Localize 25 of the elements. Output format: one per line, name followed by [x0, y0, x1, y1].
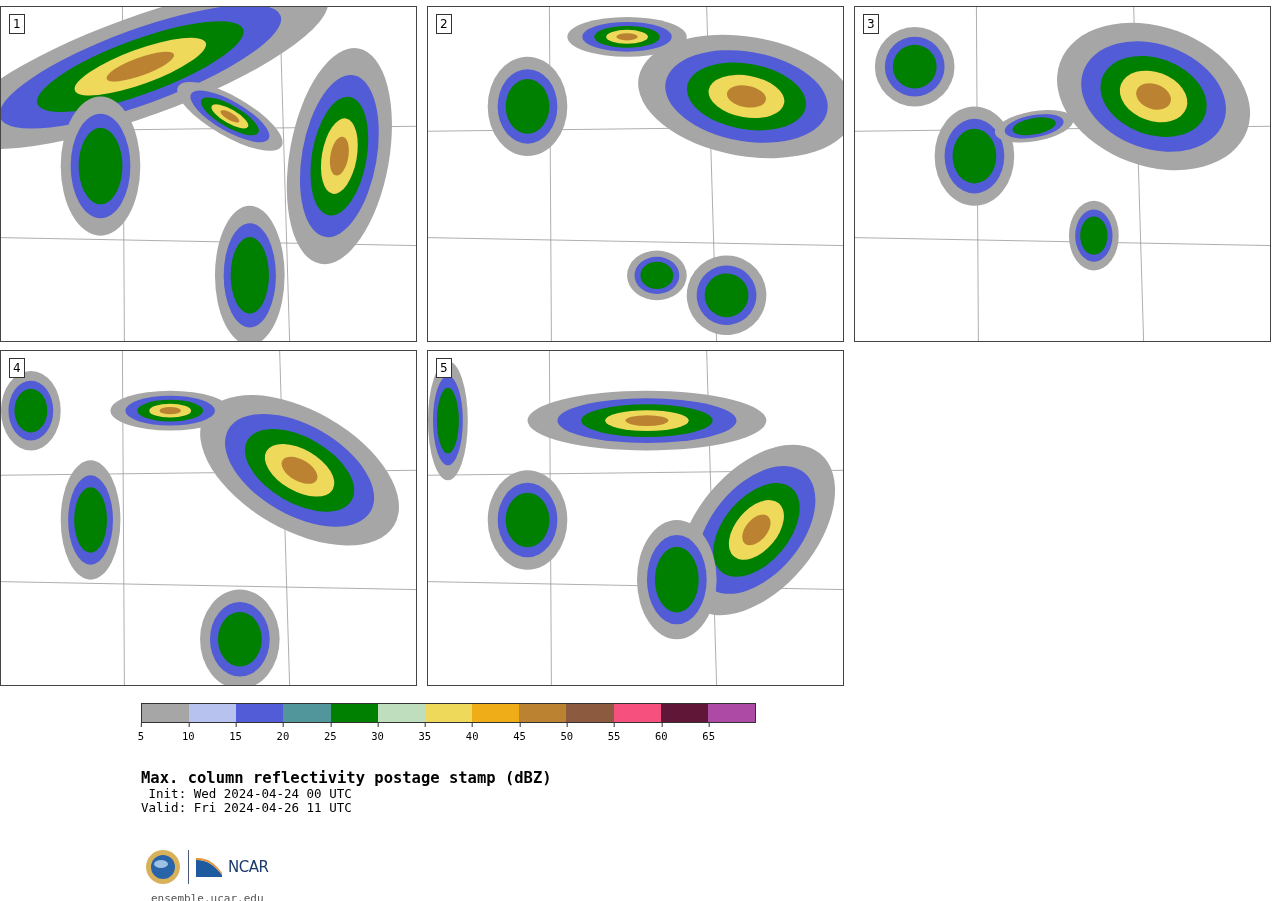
tick-label: 20 [276, 723, 290, 745]
panel-number: 4 [9, 358, 25, 378]
tick-label: 50 [560, 723, 574, 745]
tick-label: 65 [702, 723, 715, 745]
divider-line-icon [187, 849, 190, 884]
tick-label: 30 [371, 723, 384, 745]
tick-label: 55 [607, 723, 621, 745]
tick-label: 40 [465, 723, 479, 745]
panel-number: 3 [863, 14, 879, 34]
tick-label: 60 [655, 723, 668, 745]
plot-title: Max. column reflectivity postage stamp (dBZ) [141, 770, 553, 788]
tick-label: 15 [229, 723, 242, 745]
logo-text: NCAR [228, 856, 269, 878]
panel-number: 2 [436, 14, 452, 34]
panel-number: 5 [436, 358, 452, 378]
panel-number: 1 [9, 14, 25, 34]
tick-label: 10 [181, 723, 195, 745]
tick-label: 35 [418, 723, 432, 745]
valid-time: Valid: Fri 2024-04-26 11 UTC [141, 801, 353, 816]
tick-label: 45 [513, 723, 526, 745]
seal-logo-icon [145, 848, 181, 885]
tick-label: 25 [323, 723, 337, 745]
swoosh-logo-icon [196, 856, 222, 877]
tick-label: 5 [137, 723, 145, 745]
init-time: Init: Wed 2024-04-24 00 UTC [147, 787, 353, 802]
